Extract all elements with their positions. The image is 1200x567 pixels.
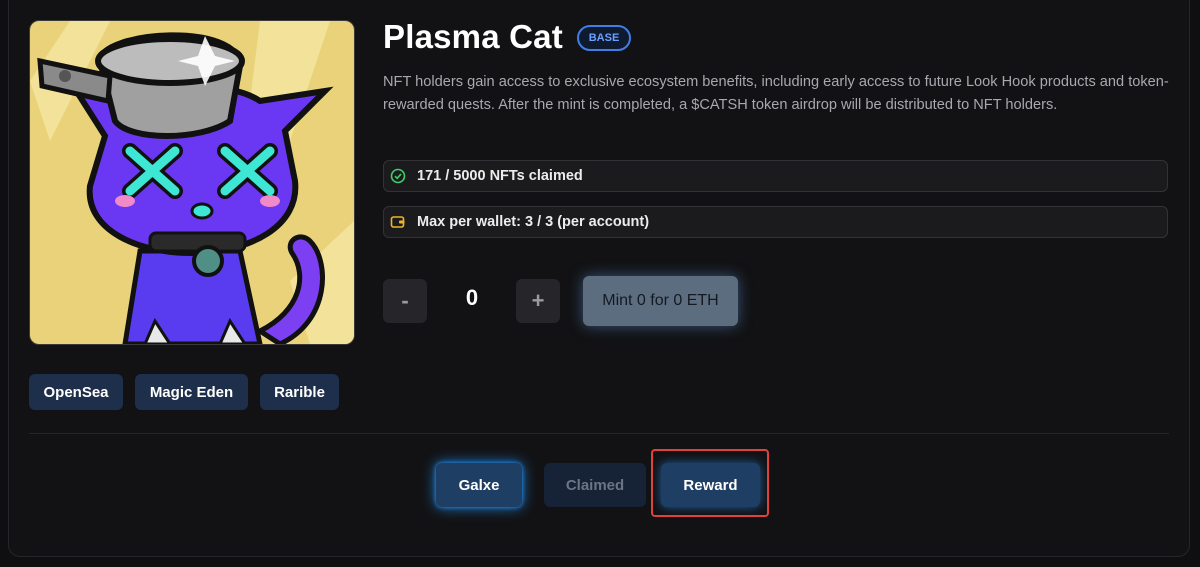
max-per-wallet: Max per wallet: 3 / 3 (per account) — [383, 206, 1168, 238]
quantity-value: 0 — [465, 285, 479, 310]
wallet-icon — [390, 214, 406, 230]
claimed-progress: 171 / 5000 NFTs claimed — [383, 160, 1168, 192]
magic-eden-link[interactable]: Magic Eden — [135, 374, 248, 410]
mint-button[interactable]: Mint 0 for 0 ETH — [583, 276, 738, 326]
network-badge: BASE — [577, 25, 631, 51]
decrement-button[interactable]: - — [383, 279, 427, 323]
reward-highlight-box — [651, 449, 769, 517]
nft-artwork — [29, 20, 355, 345]
check-circle-icon — [390, 168, 406, 184]
nft-description: NFT holders gain access to exclusive eco… — [383, 74, 1169, 113]
galxe-button[interactable]: Galxe — [436, 463, 522, 507]
divider — [29, 433, 1169, 434]
nft-title: Plasma Cat — [383, 18, 563, 55]
claimed-text: 171 / 5000 NFTs claimed — [417, 168, 583, 184]
opensea-link[interactable]: OpenSea — [29, 374, 123, 410]
increment-button[interactable]: + — [516, 279, 560, 323]
max-per-wallet-text: Max per wallet: 3 / 3 (per account) — [417, 214, 650, 230]
rarible-link[interactable]: Rarible — [260, 374, 339, 410]
claimed-button[interactable]: Claimed — [544, 463, 646, 507]
